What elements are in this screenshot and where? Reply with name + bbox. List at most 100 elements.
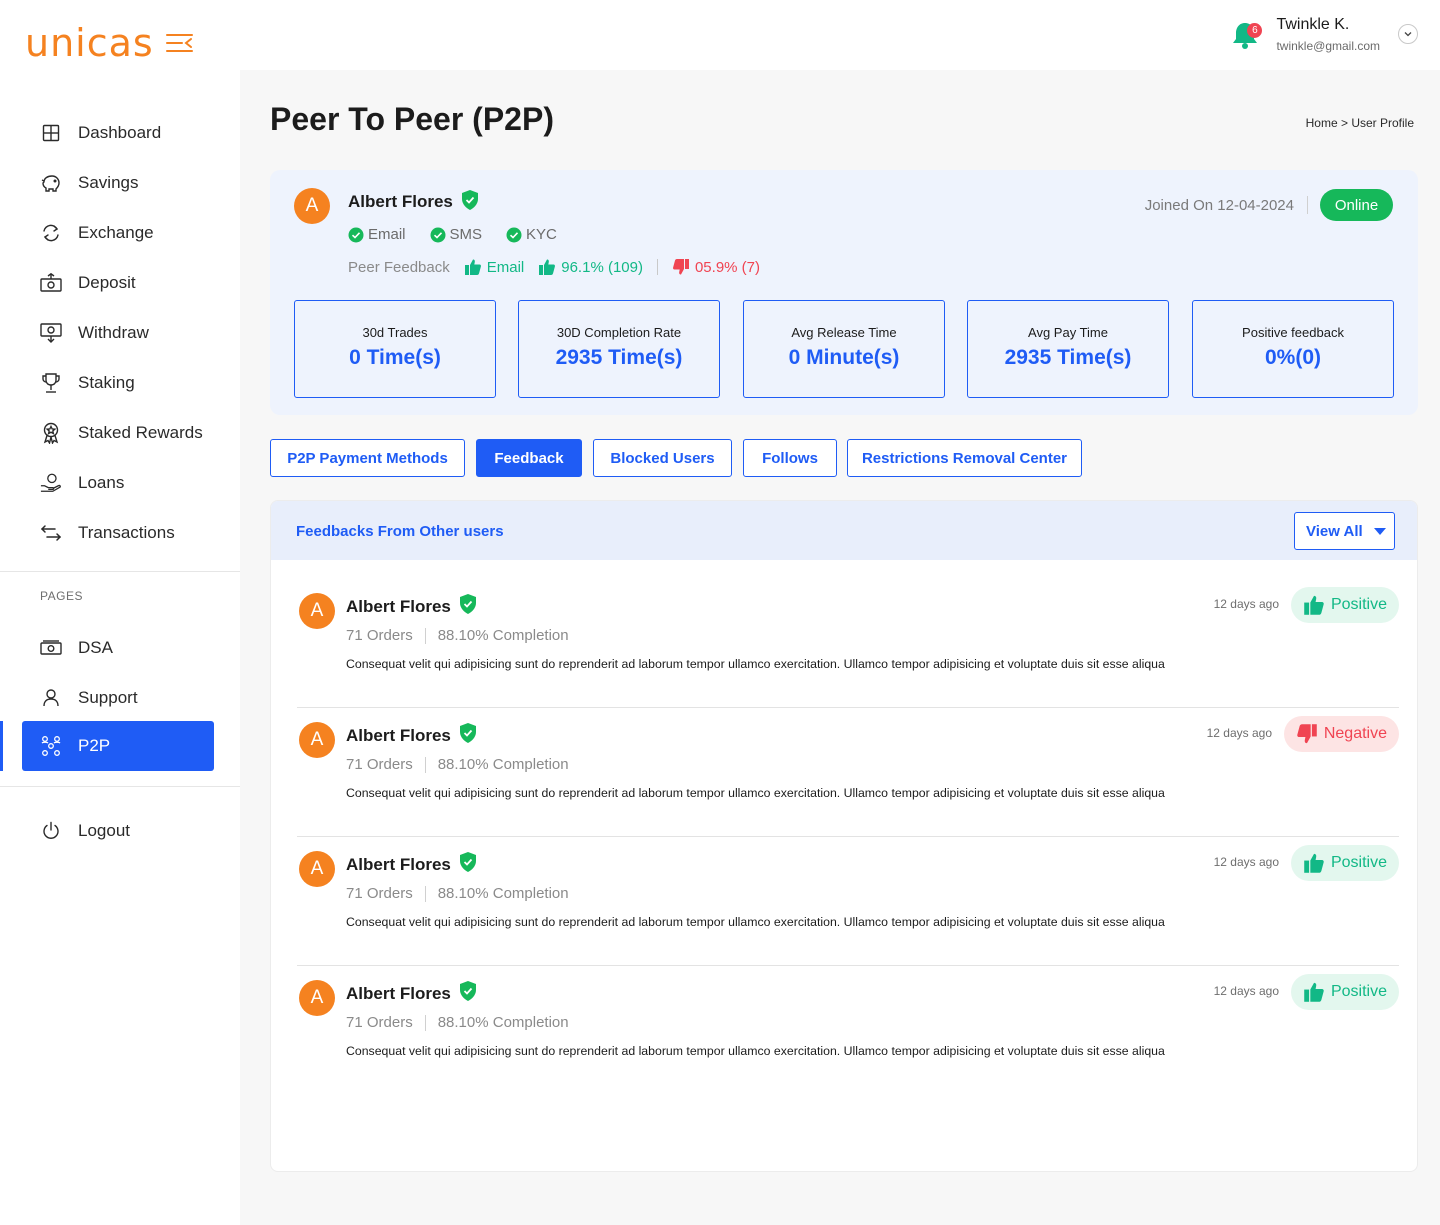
feedback-time: 12 days ago: [1206, 726, 1272, 740]
joined-date: Joined On 12-04-2024: [1144, 197, 1294, 214]
sidebar-item-withdraw[interactable]: Withdraw: [22, 308, 214, 358]
orders-count: 71 Orders: [346, 756, 413, 773]
sidebar-item-loans[interactable]: Loans: [22, 458, 214, 508]
sidebar-item-dsa[interactable]: DSA: [22, 623, 214, 673]
avatar: A: [299, 851, 335, 887]
sidebar-item-savings[interactable]: Savings: [22, 158, 214, 208]
user-name: Twinkle K.: [1276, 16, 1350, 33]
stat-label: 30d Trades: [362, 325, 428, 340]
menu-toggle-icon[interactable]: [165, 33, 193, 53]
sentiment-badge-positive: Positive: [1290, 845, 1399, 881]
dashboard-icon: [40, 122, 62, 144]
verified-shield-icon: [458, 980, 478, 1002]
logout-label: Logout: [78, 821, 130, 840]
sidebar-item-staking[interactable]: Staking: [22, 358, 214, 408]
piggy-bank-icon: [40, 172, 62, 194]
tab-follows[interactable]: Follows: [743, 439, 837, 477]
stat-label: Avg Release Time: [791, 325, 897, 340]
verification-list: Email SMS KYC: [348, 226, 581, 243]
stat-label: Positive feedback: [1242, 325, 1344, 340]
tab-blocked-users[interactable]: Blocked Users: [593, 439, 732, 477]
sidebar-item-label: Staking: [78, 373, 135, 392]
stat-value: 0 Minute(s): [788, 346, 900, 369]
sidebar-item-p2p[interactable]: P2P: [22, 721, 214, 771]
chevron-down-icon[interactable]: [1398, 24, 1418, 44]
sidebar: Dashboard Savings Exchange Deposit Withd…: [0, 70, 240, 1225]
logo[interactable]: unicas: [25, 24, 193, 62]
feedback-text: Consequat velit qui adipisicing sunt do …: [346, 1044, 1165, 1058]
stat-card: Avg Release Time 0 Minute(s): [743, 300, 945, 398]
view-all-dropdown[interactable]: View All: [1294, 512, 1395, 550]
stat-card: Positive feedback 0%(0): [1192, 300, 1394, 398]
deposit-icon: [40, 272, 62, 294]
profile-name: Albert Flores: [348, 192, 453, 211]
notification-count-badge: 6: [1247, 23, 1263, 38]
stat-card: Avg Pay Time 2935 Time(s): [967, 300, 1169, 398]
sidebar-item-staked-rewards[interactable]: Staked Rewards: [22, 408, 214, 458]
stat-value: 0 Time(s): [349, 346, 441, 369]
thumbs-up-icon: [464, 259, 481, 275]
sidebar-item-exchange[interactable]: Exchange: [22, 208, 214, 258]
verification-sms: SMS: [430, 226, 482, 243]
sidebar-item-logout[interactable]: Logout: [22, 806, 214, 856]
trophy-icon: [40, 372, 62, 394]
thumbs-up-icon: [1304, 853, 1324, 873]
feedback-item: A Albert Flores 71 Orders 88.10% Complet…: [297, 837, 1399, 966]
feedback-panel-header: Feedbacks From Other users View All: [271, 501, 1417, 560]
breadcrumb-home[interactable]: Home >: [1306, 116, 1348, 130]
sentiment-badge-positive: Positive: [1290, 587, 1399, 623]
verified-shield-icon: [460, 189, 480, 211]
feedback-text: Consequat velit qui adipisicing sunt do …: [346, 786, 1165, 800]
negative-feedback-value: 05.9% (7): [672, 258, 760, 276]
sidebar-item-label: Dashboard: [78, 123, 162, 142]
feedback-time: 12 days ago: [1213, 855, 1279, 869]
notification-bell-icon[interactable]: 6: [1231, 17, 1263, 51]
sidebar-item-label: Exchange: [78, 223, 154, 242]
stat-label: Avg Pay Time: [1028, 325, 1108, 340]
sidebar-item-label: Withdraw: [78, 323, 149, 342]
feedback-item: A Albert Flores 71 Orders 88.10% Complet…: [297, 966, 1399, 1095]
sidebar-item-label: Transactions: [78, 523, 175, 542]
sidebar-item-label: Deposit: [78, 273, 136, 292]
check-circle-icon: [348, 227, 364, 242]
user-profile[interactable]: Twinkle K. twinkle@gmail.com: [1276, 14, 1380, 54]
tab-p2p-payment-methods[interactable]: P2P Payment Methods: [270, 439, 465, 477]
breadcrumb-current: User Profile: [1351, 116, 1414, 130]
avatar: A: [299, 593, 335, 629]
feedback-time: 12 days ago: [1213, 984, 1279, 998]
thumbs-down-icon: [672, 259, 689, 275]
orders-count: 71 Orders: [346, 627, 413, 644]
user-email: twinkle@gmail.com: [1276, 39, 1380, 53]
verified-shield-icon: [458, 851, 478, 873]
top-bar: unicas 6 Twinkle K. twinkle@gmail.com: [0, 0, 1440, 70]
sidebar-item-label: Savings: [78, 173, 139, 192]
thumbs-up-icon: [1304, 982, 1324, 1002]
sidebar-item-transactions[interactable]: Transactions: [22, 508, 214, 558]
transfer-arrows-icon: [40, 522, 62, 544]
sidebar-item-deposit[interactable]: Deposit: [22, 258, 214, 308]
positive-feedback-value: 96.1% (109): [538, 258, 643, 276]
feedback-panel-title: Feedbacks From Other users: [296, 523, 504, 540]
verification-email: Email: [348, 226, 406, 243]
sidebar-item-dashboard[interactable]: Dashboard: [22, 108, 214, 158]
sidebar-item-support[interactable]: Support: [22, 673, 214, 723]
tab-feedback[interactable]: Feedback: [476, 439, 582, 477]
feedback-text: Consequat velit qui adipisicing sunt do …: [346, 657, 1165, 671]
peer-feedback-summary: Peer Feedback Email 96.1% (109) 05.9% (7…: [348, 258, 760, 276]
sentiment-badge-negative: Negative: [1283, 716, 1399, 752]
stat-value: 2935 Time(s): [555, 346, 683, 369]
feedback-item: A Albert Flores 71 Orders 88.10% Complet…: [297, 579, 1399, 708]
feedback-author: Albert Flores: [346, 855, 451, 874]
avatar: A: [294, 188, 330, 224]
peer-feedback-label: Peer Feedback: [348, 258, 450, 276]
check-circle-icon: [430, 227, 446, 242]
view-all-label: View All: [1306, 522, 1363, 540]
stat-value: 0%(0): [1264, 346, 1322, 369]
avatar: A: [299, 980, 335, 1016]
pages-section-label: PAGES: [40, 589, 83, 603]
tab-restrictions-removal-center[interactable]: Restrictions Removal Center: [847, 439, 1082, 477]
cash-icon: [40, 637, 62, 659]
completion-rate: 88.10% Completion: [437, 1014, 569, 1031]
sidebar-divider: [0, 571, 240, 572]
loan-hand-icon: [40, 472, 62, 494]
